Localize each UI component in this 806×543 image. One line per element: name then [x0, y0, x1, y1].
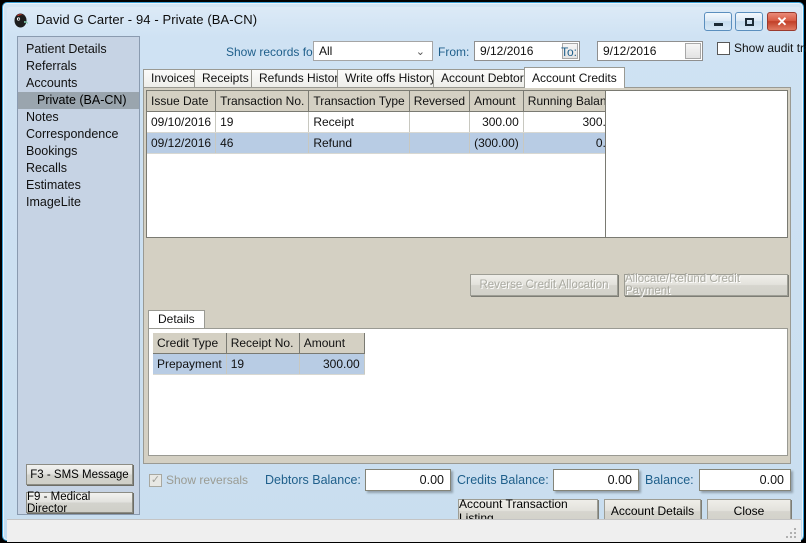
cell-detail-amount: 300.00	[299, 353, 365, 375]
col-transaction-no[interactable]: Transaction No.	[215, 91, 310, 112]
tab-strip: Invoices Receipts Refunds History Write …	[143, 67, 791, 88]
cell-amount: 300.00	[469, 111, 524, 133]
minimize-button[interactable]	[704, 12, 732, 31]
client-area: Patient Details Referrals Accounts Priva…	[7, 35, 806, 542]
account-credits-panel: Issue Date Transaction No. Transaction T…	[143, 87, 791, 464]
cell-credit-type: Prepayment	[153, 353, 227, 375]
show-reversals-checkbox[interactable]: ✓	[149, 474, 162, 487]
cell-transaction-no: 46	[215, 132, 310, 154]
show-audit-trail-label: Show audit trail	[734, 41, 806, 55]
app-icon	[14, 13, 28, 28]
window-title: David G Carter - 94 - Private (BA-CN)	[36, 12, 258, 27]
balance-label: Balance:	[645, 473, 694, 487]
show-records-value: All	[319, 44, 333, 58]
from-label: From:	[438, 45, 470, 59]
sidebar-item-bookings[interactable]: Bookings	[18, 143, 139, 160]
list-item[interactable]: Prepayment 19 300.00	[153, 353, 365, 375]
close-window-button[interactable]: ✕	[767, 12, 797, 31]
allocate-refund-credit-payment-button[interactable]: Allocate/Refund Credit Payment	[624, 273, 788, 297]
sidebar-item-estimates[interactable]: Estimates	[18, 177, 139, 194]
sidebar: Patient Details Referrals Accounts Priva…	[17, 36, 140, 515]
tab-account-debtors[interactable]: Account Debtors	[433, 69, 538, 87]
window-frame-outer: David G Carter - 94 - Private (BA-CN) ✕ …	[2, 2, 806, 542]
cell-issue-date: 09/10/2016	[147, 111, 217, 133]
sidebar-item-recalls[interactable]: Recalls	[18, 160, 139, 177]
cell-reversed	[409, 132, 471, 154]
sidebar-nav-list: Patient Details Referrals Accounts Priva…	[18, 37, 139, 211]
show-reversals-label: Show reversals	[166, 473, 249, 487]
sidebar-item-patient-details[interactable]: Patient Details	[18, 41, 139, 58]
table-row[interactable]: 09/10/2016 19 Receipt 300.00 300.00	[147, 111, 605, 133]
credits-header-row: Issue Date Transaction No. Transaction T…	[147, 91, 605, 112]
sms-message-button[interactable]: F3 - SMS Message	[26, 464, 133, 485]
to-label: To:	[561, 45, 578, 59]
minimize-icon	[705, 13, 731, 30]
cell-running-balance: 300.00	[523, 111, 605, 133]
debtors-balance-label: Debtors Balance:	[265, 473, 361, 487]
filter-bar: Show records for: All ⌄ From: 9/12/2016 …	[141, 35, 806, 67]
application-window: David G Carter - 94 - Private (BA-CN) ✕ …	[0, 0, 806, 543]
from-date-value: 9/12/2016	[480, 44, 534, 58]
window-frame-inner: David G Carter - 94 - Private (BA-CN) ✕ …	[7, 7, 806, 542]
maximize-button[interactable]	[735, 12, 763, 31]
col-issue-date[interactable]: Issue Date	[147, 91, 217, 112]
cell-transaction-type: Refund	[308, 132, 410, 154]
col-amount[interactable]: Amount	[469, 91, 524, 112]
credits-balance-label: Credits Balance:	[457, 473, 549, 487]
sidebar-item-referrals[interactable]: Referrals	[18, 58, 139, 75]
cell-transaction-type: Receipt	[308, 111, 410, 133]
col-credit-type[interactable]: Credit Type	[153, 333, 227, 354]
close-icon: ✕	[776, 14, 788, 29]
show-audit-trail-checkbox[interactable]	[717, 42, 730, 55]
col-detail-amount[interactable]: Amount	[299, 333, 365, 354]
sidebar-item-notes[interactable]: Notes	[18, 109, 139, 126]
details-tab-strip: Details	[148, 310, 788, 328]
credits-balance-value: 0.00	[553, 469, 639, 491]
show-records-select[interactable]: All ⌄	[313, 41, 433, 61]
sidebar-item-accounts[interactable]: Accounts	[18, 75, 139, 92]
bottom-bar: ✓ Show reversals Debtors Balance: 0.00 C…	[141, 465, 793, 525]
details-header-row: Credit Type Receipt No. Amount	[153, 333, 365, 354]
reverse-credit-allocation-button[interactable]: Reverse Credit Allocation	[470, 274, 618, 296]
balance-value: 0.00	[699, 469, 791, 491]
tab-write-offs-history[interactable]: Write offs History	[337, 69, 444, 87]
debtors-balance-value: 0.00	[365, 469, 451, 491]
table-row[interactable]: 09/12/2016 46 Refund (300.00) 0.00	[147, 132, 605, 154]
cell-transaction-no: 19	[215, 111, 310, 133]
chevron-down-icon: ⌄	[415, 46, 425, 58]
cell-receipt-no: 19	[226, 353, 300, 375]
resize-grip[interactable]	[784, 526, 796, 538]
to-date-spinner-icon[interactable]	[685, 43, 701, 59]
sidebar-item-private-ba-cn[interactable]: Private (BA-CN)	[18, 92, 139, 109]
cell-amount: (300.00)	[469, 132, 524, 154]
to-date-input[interactable]: 9/12/2016	[597, 41, 703, 61]
title-bar[interactable]: David G Carter - 94 - Private (BA-CN) ✕	[7, 7, 801, 35]
tab-details[interactable]: Details	[148, 310, 205, 328]
col-running-balance[interactable]: Running Balance	[523, 91, 605, 112]
status-bar	[7, 519, 801, 542]
details-panel: Credit Type Receipt No. Amount Prepaymen…	[148, 328, 788, 456]
to-date-value: 9/12/2016	[603, 44, 657, 58]
sidebar-item-imagelite[interactable]: ImageLite	[18, 194, 139, 211]
main-panel: Show records for: All ⌄ From: 9/12/2016 …	[141, 35, 806, 516]
show-records-label: Show records for:	[226, 45, 321, 59]
credits-grid[interactable]: Issue Date Transaction No. Transaction T…	[146, 90, 606, 238]
cell-reversed	[409, 111, 471, 133]
credits-table: Issue Date Transaction No. Transaction T…	[147, 91, 605, 154]
details-table[interactable]: Credit Type Receipt No. Amount Prepaymen…	[153, 333, 365, 375]
maximize-icon	[736, 13, 762, 30]
cell-issue-date: 09/12/2016	[147, 132, 217, 154]
col-reversed[interactable]: Reversed	[409, 91, 471, 112]
credits-grid-empty-area	[606, 90, 788, 238]
tab-receipts[interactable]: Receipts	[194, 69, 257, 87]
col-receipt-no[interactable]: Receipt No.	[226, 333, 300, 354]
medical-director-button[interactable]: F9 - Medical Director	[26, 491, 133, 515]
col-transaction-type[interactable]: Transaction Type	[308, 91, 410, 112]
sidebar-item-correspondence[interactable]: Correspondence	[18, 126, 139, 143]
cell-running-balance: 0.00	[523, 132, 605, 154]
tab-account-credits[interactable]: Account Credits	[524, 67, 625, 88]
